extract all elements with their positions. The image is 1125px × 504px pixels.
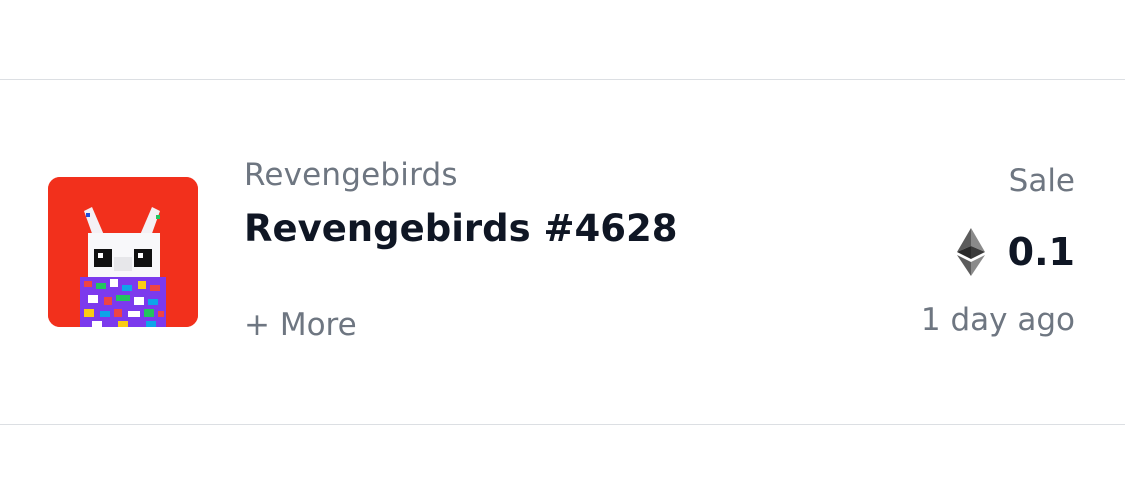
event-type-label: Sale	[1008, 163, 1075, 199]
nft-thumbnail[interactable]	[48, 177, 198, 327]
collection-name[interactable]: Revengebirds	[244, 157, 458, 193]
more-link[interactable]: + More	[244, 307, 357, 343]
nft-bird-thumbnail-icon	[48, 177, 198, 327]
activity-screen: Revengebirds Revengebirds #4628 + More S…	[0, 0, 1125, 504]
ethereum-icon	[956, 228, 985, 276]
item-name[interactable]: Revengebirds #4628	[244, 207, 678, 250]
activity-row[interactable]: Revengebirds Revengebirds #4628 + More S…	[0, 80, 1125, 424]
timestamp[interactable]: 1 day ago	[921, 302, 1075, 338]
price: 0.1	[956, 227, 1075, 277]
bottom-divider	[0, 424, 1125, 425]
price-value: 0.1	[1007, 230, 1075, 274]
